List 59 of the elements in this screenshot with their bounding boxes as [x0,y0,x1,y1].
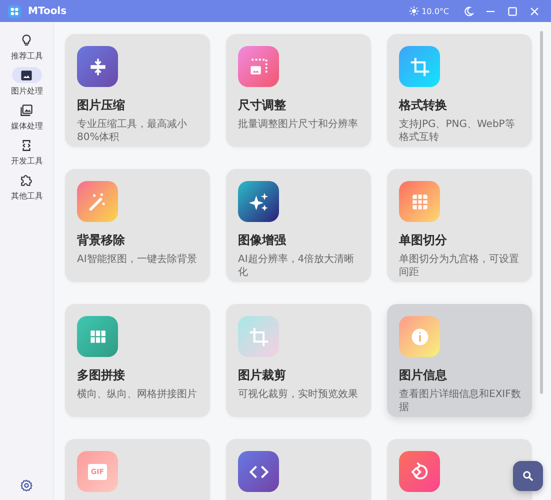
tool-card[interactable]: 图片信息 查看图片详细信息和EXIF数据 [387,304,532,417]
tool-description: 查看图片详细信息和EXIF数据 [399,389,522,414]
tool-title: 格式转换 [399,97,448,114]
search-button[interactable] [513,461,543,491]
magic-wand-icon [77,181,118,222]
resize-frame-icon [238,46,279,87]
photo-library-icon [20,104,33,116]
moon-icon [462,6,474,16]
sun-icon [408,6,419,16]
tool-card[interactable]: 多图拼接 横向、纵向、网格拼接图片 [65,304,210,417]
close-icon [528,6,540,16]
image-icon [20,68,33,82]
sidebar-item[interactable]: 开发工具 [6,137,46,168]
phone-code-icon [20,138,33,152]
compress-arrows-icon [77,46,118,87]
tool-card[interactable]: 尺寸调整 批量调整图片尺寸和分辨率 [226,34,371,147]
window-title: MTools [28,6,67,16]
sidebar-item[interactable]: 图片处理 [6,67,46,98]
tool-description: 可视化裁剪，实时预览效果 [238,389,359,402]
tool-card[interactable]: 格式转换 支持JPG、PNG、WebP等格式互转 [387,34,532,147]
tool-card[interactable]: 图片裁剪 可视化裁剪，实时预览效果 [226,304,371,417]
tool-card[interactable]: 图像增强 AI超分辨率，4倍放大清晰化 [226,169,371,282]
tool-description: 单图切分为九宫格，可设置间距 [399,254,520,279]
tool-description: AI超分辨率，4倍放大清晰化 [238,254,356,279]
app-grid-icon [8,4,21,18]
tool-card[interactable]: 单图切分 单图切分为九宫格，可设置间距 [387,169,532,282]
tool-description: 专业压缩工具，最高减小80%体积 [77,119,188,144]
crop-arrows-icon [399,46,440,87]
tool-card[interactable]: 背景移除 AI智能抠图，一键去除背景 [65,169,210,282]
tool-title: 单图切分 [399,232,448,249]
sparkles-icon [238,181,279,222]
sidebar-item[interactable]: 其他工具 [6,172,46,203]
tool-description: 支持JPG、PNG、WebP等格式互转 [399,119,516,144]
tool-card[interactable]: 图片压缩 专业压缩工具，最高减小80%体积 [65,34,210,147]
tiles-icon [77,316,118,357]
crop-icon [238,316,279,357]
info-icon [399,316,440,357]
tool-title: 图像增强 [238,232,287,249]
settings-icon[interactable] [20,479,33,492]
sidebar-item[interactable]: 推荐工具 [6,32,46,63]
tool-title: 图片裁剪 [238,367,287,384]
scrollbar-thumb[interactable] [540,31,543,394]
tool-title: 图片信息 [399,367,448,384]
temperature-text: 10.0°C [422,6,449,16]
tool-title: 图片压缩 [77,97,126,114]
tool-title: 背景移除 [77,232,126,249]
lightbulb-icon [20,34,33,46]
code-brackets-icon [238,451,279,492]
grid-icon [399,181,440,222]
tool-description: 批量调整图片尺寸和分辨率 [238,119,359,132]
tool-title: 多图拼接 [77,367,126,384]
search-icon [522,470,534,482]
sidebar-item[interactable]: 媒体处理 [6,102,46,133]
maximize-icon [506,6,518,16]
puzzle-icon [20,174,33,186]
tool-description: 横向、纵向、网格拼接图片 [77,389,198,402]
rotate-icon [399,451,440,492]
tool-description: AI智能抠图，一键去除背景 [77,254,198,266]
tool-title: 尺寸调整 [238,97,287,114]
